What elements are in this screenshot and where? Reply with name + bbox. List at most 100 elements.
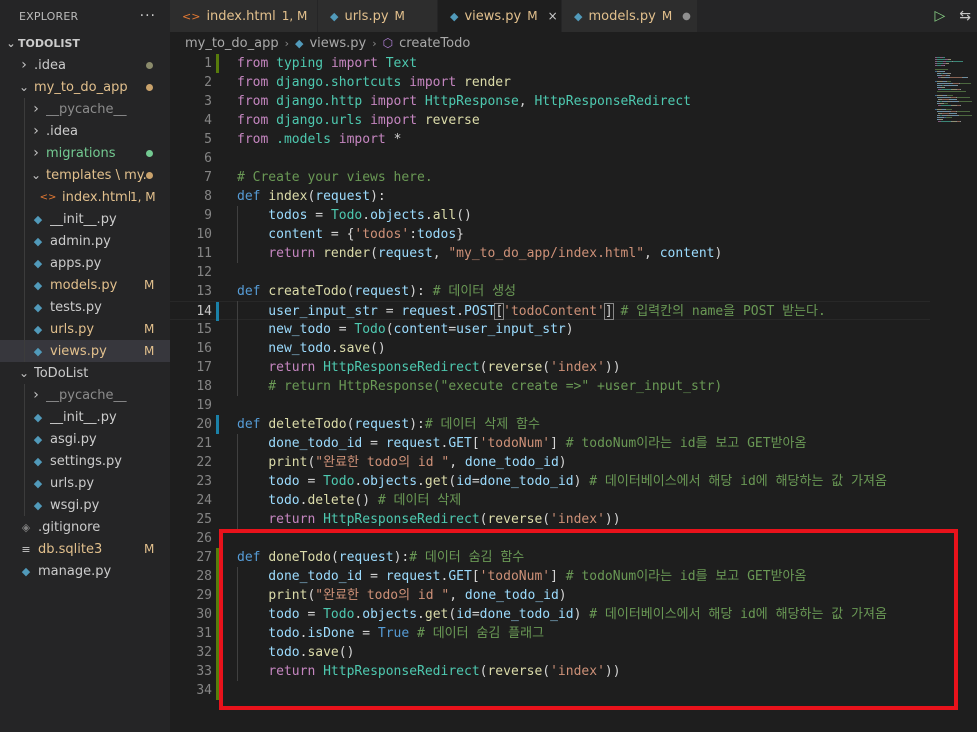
- explorer-item-init-py[interactable]: ◆ __init__.py: [0, 208, 170, 230]
- line-number: 8: [204, 189, 212, 204]
- python-icon: ◆: [33, 234, 43, 248]
- token: ,: [449, 455, 465, 470]
- code-text: # return HttpResponse("execute create =>…: [237, 377, 722, 396]
- line-number: 27: [196, 550, 212, 565]
- breadcrumb-folder[interactable]: my_to_do_app: [185, 36, 279, 51]
- explorer-item-my-to-do-app[interactable]: ⌄ my_to_do_app: [0, 76, 170, 98]
- line-number: 33: [196, 664, 212, 679]
- explorer-item-label: templates \ my...: [46, 167, 146, 183]
- explorer-item-models-py[interactable]: ◆ models.py M: [0, 274, 170, 296]
- explorer-item-migrations[interactable]: › migrations: [0, 142, 170, 164]
- line-number: 13: [196, 284, 212, 299]
- html-icon: <>: [182, 9, 201, 23]
- html-icon: <>: [39, 191, 57, 203]
- breadcrumb-symbol[interactable]: createTodo: [399, 36, 470, 51]
- token: request: [385, 436, 441, 451]
- token: content: [237, 227, 331, 242]
- explorer-item-label: admin.py: [50, 233, 111, 249]
- compare-changes-icon[interactable]: ⇆: [959, 8, 971, 24]
- token: =: [448, 322, 457, 337]
- token: )): [604, 360, 621, 375]
- code-text: return HttpResponseRedirect(reverse('ind…: [237, 510, 620, 529]
- line-number: 34: [196, 683, 212, 698]
- explorer-item-wsgi-py[interactable]: ◆ wsgi.py: [0, 494, 170, 516]
- code-text: from typing import Text: [237, 54, 417, 73]
- git-status-badge: 1, M: [130, 190, 156, 204]
- token: user_input_str: [237, 304, 386, 319]
- token: .: [456, 304, 464, 319]
- python-icon: ◆: [33, 344, 43, 358]
- explorer-item-views-py[interactable]: ◆ views.py M: [0, 340, 170, 362]
- explorer-item-db-sqlite3[interactable]: ≡ db.sqlite3 M: [0, 538, 170, 560]
- code-text: print("완료한 todo의 id ", done_todo_id): [237, 453, 566, 472]
- explorer-item-urls-py[interactable]: ◆ urls.py M: [0, 318, 170, 340]
- explorer-item-idea[interactable]: › .idea: [0, 54, 170, 76]
- git-gutter-marker: [216, 302, 219, 321]
- token: request: [315, 189, 371, 204]
- chevron-right-icon: ›: [33, 101, 39, 117]
- explorer-item-pycache[interactable]: › __pycache__: [0, 384, 170, 406]
- explorer-item-index-html[interactable]: <> index.html 1, M: [0, 186, 170, 208]
- tree-root-label: TODOLIST: [18, 36, 80, 50]
- git-status-dot: [146, 61, 153, 69]
- tab-models-py[interactable]: ◆ models.py M ●: [562, 0, 698, 32]
- tab-urls-py[interactable]: ◆ urls.py M: [318, 0, 438, 32]
- token: # return HttpResponse("execute create =>…: [237, 379, 723, 394]
- explorer-item-todolist[interactable]: ⌄ ToDoList: [0, 362, 170, 384]
- code-text: from django.urls import reverse: [237, 111, 480, 130]
- explorer-item-tests-py[interactable]: ◆ tests.py: [0, 296, 170, 318]
- chevron-right-icon: ›: [372, 36, 377, 50]
- explorer-item-admin-py[interactable]: ◆ admin.py: [0, 230, 170, 252]
- token: ]: [603, 303, 614, 320]
- file-icon: ◈: [21, 520, 31, 534]
- git-gutter-marker: [216, 415, 219, 434]
- code-line: 18 # return HttpResponse("execute create…: [170, 377, 930, 396]
- tab-index-html[interactable]: <>index.html1, M×: [170, 0, 327, 32]
- token: done_todo_id: [464, 455, 559, 470]
- run-icon[interactable]: ▷: [934, 8, 945, 24]
- token: =: [370, 436, 386, 451]
- explorer-item-templates-my[interactable]: ⌄ templates \ my...: [0, 164, 170, 186]
- code-text: from django.shortcuts import render: [237, 73, 511, 92]
- minimap-token: [960, 121, 961, 123]
- git-status-badge: M: [144, 344, 155, 358]
- explorer-item-urls-py[interactable]: ◆ urls.py: [0, 472, 170, 494]
- line-number: 7: [204, 170, 212, 185]
- tree-root-todolist[interactable]: ⌄ TODOLIST: [0, 32, 170, 54]
- git-status-badge: M: [144, 278, 155, 292]
- explorer-item-apps-py[interactable]: ◆ apps.py: [0, 252, 170, 274]
- ellipsis-icon[interactable]: ···: [140, 8, 156, 24]
- code-line: 19: [170, 396, 930, 415]
- explorer-item-label: apps.py: [50, 255, 102, 271]
- token: request: [401, 304, 457, 319]
- python-icon: ◆: [33, 322, 43, 336]
- minimap-token: [960, 83, 971, 85]
- token: [: [494, 303, 505, 320]
- minimap-token: [943, 65, 945, 67]
- explorer-item-gitignore[interactable]: ◈ .gitignore: [0, 516, 170, 538]
- explorer-item-pycache[interactable]: › __pycache__: [0, 98, 170, 120]
- token: (): [456, 208, 472, 223]
- code-line: 14 user_input_str = request.POST['todoCo…: [170, 301, 930, 321]
- explorer-item-settings-py[interactable]: ◆ settings.py: [0, 450, 170, 472]
- close-icon[interactable]: ×: [548, 9, 558, 23]
- explorer-item-asgi-py[interactable]: ◆ asgi.py: [0, 428, 170, 450]
- unsaved-dot-icon[interactable]: ●: [682, 11, 691, 22]
- explorer-item-manage-py[interactable]: ◆ manage.py: [0, 560, 170, 582]
- tab-views-py[interactable]: ◆ views.py M ×: [438, 0, 562, 32]
- line-number: 9: [204, 208, 212, 223]
- token: HttpResponse: [424, 94, 519, 109]
- explorer-item-idea[interactable]: › .idea: [0, 120, 170, 142]
- token: request: [354, 284, 410, 299]
- token: from: [237, 94, 277, 109]
- token: from: [237, 113, 277, 128]
- line-number: 15: [196, 322, 212, 337]
- tab-label: index.html: [206, 8, 276, 24]
- explorer-item-init-py[interactable]: ◆ __init__.py: [0, 406, 170, 428]
- token: Todo: [354, 322, 386, 337]
- python-icon: ◆: [33, 454, 43, 468]
- token: return: [268, 512, 324, 527]
- breadcrumb-file[interactable]: views.py: [309, 36, 366, 51]
